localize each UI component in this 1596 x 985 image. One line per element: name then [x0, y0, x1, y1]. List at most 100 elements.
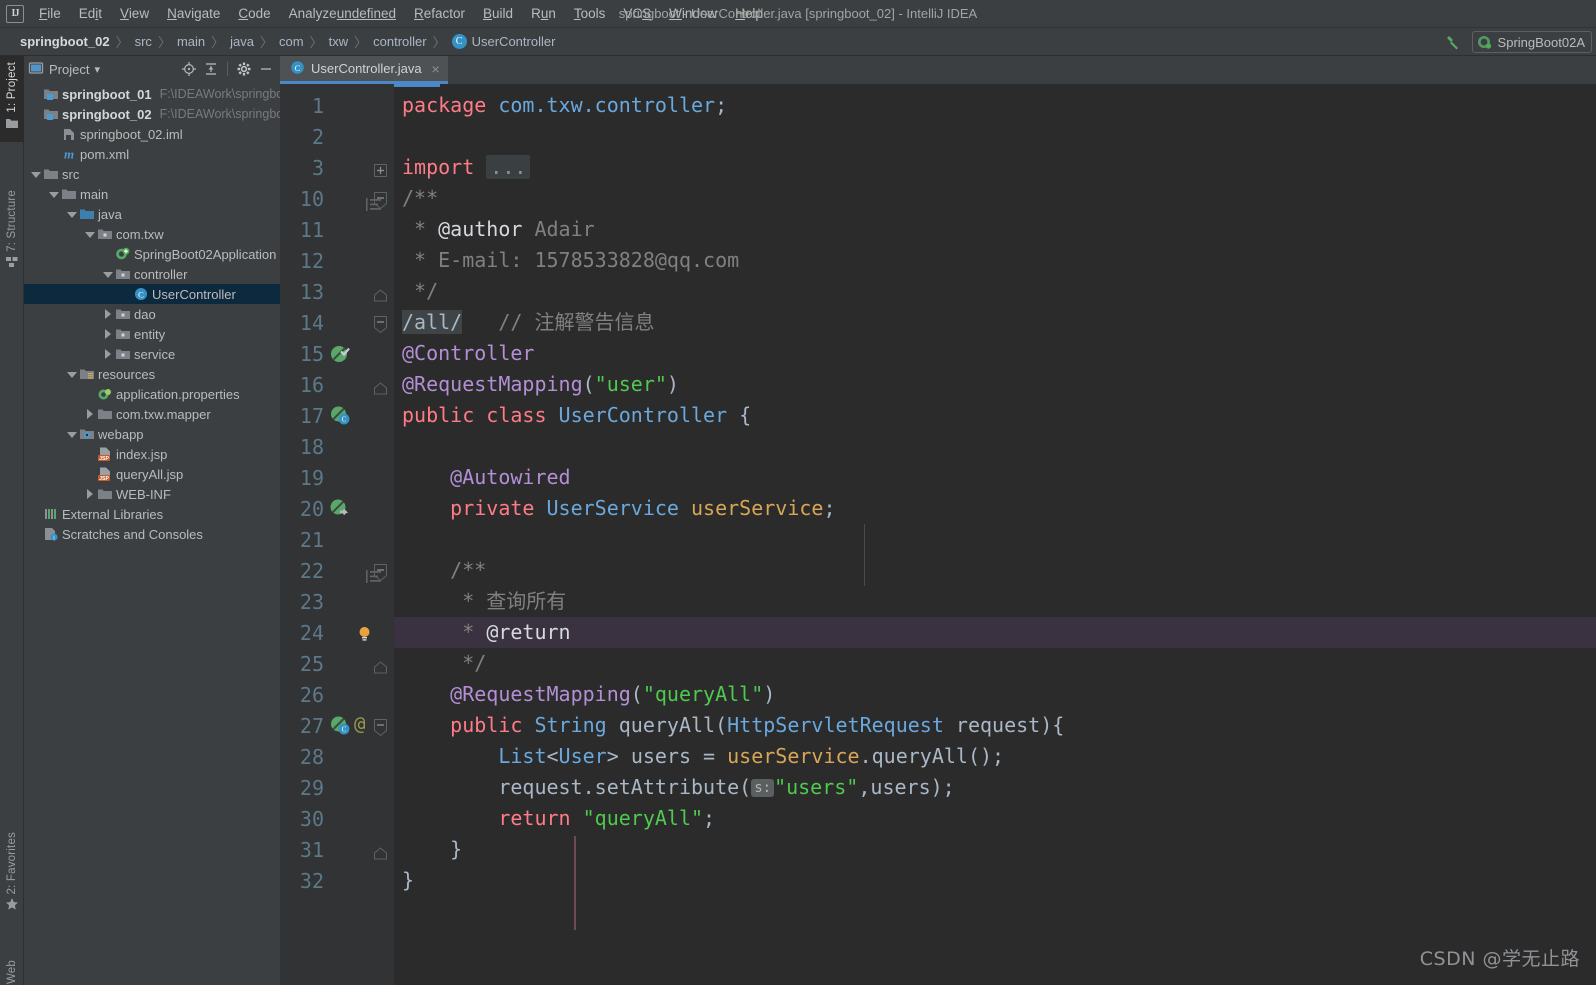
breadcrumb-item-src[interactable]: src [135, 34, 152, 49]
tree-item-webapp[interactable]: webapp [24, 424, 280, 444]
code-line[interactable]: @Autowired [394, 462, 1596, 493]
gutter-icons[interactable] [324, 617, 390, 648]
tree-item-main[interactable]: main [24, 184, 280, 204]
gutter-icons[interactable] [324, 369, 390, 400]
fold-collapse-icon[interactable] [374, 563, 387, 582]
sidebar-item-structure[interactable]: 7: Structure [0, 184, 24, 281]
gutter-line[interactable]: 1 [280, 90, 393, 121]
spring-bean-class-icon[interactable]: C [330, 405, 351, 426]
chevron-right-icon[interactable] [102, 348, 113, 360]
code-line[interactable]: request.setAttribute(s: "users",users); [394, 772, 1596, 803]
tree-item-pom-xml[interactable]: m pom.xml [24, 144, 280, 164]
gutter-line[interactable]: 14 [280, 307, 393, 338]
gutter-line[interactable]: 19 [280, 462, 393, 493]
gutter-line[interactable]: 12 [280, 245, 393, 276]
breadcrumb-item-java[interactable]: java [230, 34, 254, 49]
tree-item-springboot-01[interactable]: springboot_01 F:\IDEAWork\springboot [24, 84, 280, 104]
breadcrumb-item-controller[interactable]: controller [373, 34, 426, 49]
sidebar-item-web[interactable]: Web [0, 954, 24, 985]
gutter-line[interactable]: 22 [280, 555, 393, 586]
chevron-down-icon[interactable] [102, 269, 113, 280]
gutter-icons[interactable] [324, 338, 390, 369]
code-line[interactable]: package com.txw.controller; [394, 90, 1596, 121]
gutter-line[interactable]: 32 [280, 865, 393, 896]
chevron-down-icon[interactable] [66, 429, 77, 440]
code-editor[interactable]: 1 2 3 10 11 12 13 14 15 16 17 C 18 19 20 21 22 23 24 25 26 27… [280, 84, 1596, 985]
gutter-icons[interactable] [324, 741, 390, 772]
tree-item-java[interactable]: java [24, 204, 280, 224]
menu-item-run[interactable]: Run [522, 3, 565, 24]
sidebar-item-favorites[interactable]: 2: Favorites [0, 826, 24, 923]
locate-icon[interactable] [179, 59, 199, 79]
gutter-line[interactable]: 20 [280, 493, 393, 524]
gutter-icons[interactable] [324, 679, 390, 710]
chevron-down-icon[interactable]: ▾ [94, 63, 100, 76]
menu-item-code[interactable]: Code [229, 3, 279, 24]
menu-item-build[interactable]: Build [474, 3, 522, 24]
gutter-icons[interactable] [324, 121, 390, 152]
code-line[interactable]: * @author Adair [394, 214, 1596, 245]
code-line[interactable]: @RequestMapping("user") [394, 369, 1596, 400]
gutter-icons[interactable] [324, 803, 390, 834]
settings-gear-icon[interactable] [234, 59, 254, 79]
tree-item-usercontroller[interactable]: C UserController [24, 284, 280, 304]
fold-expand-icon[interactable] [374, 160, 387, 177]
breadcrumb-item-springboot-02[interactable]: springboot_02 [20, 34, 110, 49]
menu-item-navigate[interactable]: Navigate [158, 3, 229, 24]
chevron-down-icon[interactable] [66, 369, 77, 380]
hide-panel-icon[interactable] [256, 59, 276, 79]
gutter-line[interactable]: 25 [280, 648, 393, 679]
tree-item-com-txw[interactable]: com.txw [24, 224, 280, 244]
breadcrumb-item-usercontroller[interactable]: C UserController [451, 34, 555, 49]
gutter-line[interactable]: 30 [280, 803, 393, 834]
gutter-line[interactable]: 27 C @ [280, 710, 393, 741]
fold-collapse-icon[interactable] [374, 718, 387, 737]
code-line[interactable]: } [394, 834, 1596, 865]
editor-gutter[interactable]: 1 2 3 10 11 12 13 14 15 16 17 C 18 19 20 21 22 23 24 25 26 27… [280, 84, 393, 985]
chevron-down-icon[interactable] [66, 209, 77, 220]
tree-item-index-jsp[interactable]: JSP index.jsp [24, 444, 280, 464]
tree-item-com-txw-mapper[interactable]: com.txw.mapper [24, 404, 280, 424]
navigation-bar[interactable]: springboot_02 〉 src 〉 main 〉 java 〉 com 〉 txw 〉 cont… [0, 28, 1596, 56]
chevron-right-icon[interactable] [102, 308, 113, 320]
intention-bulb-icon[interactable] [358, 624, 371, 641]
code-line[interactable]: * @return [394, 617, 1596, 648]
menu-item-file[interactable]: File [30, 3, 70, 24]
code-line[interactable]: */ [394, 276, 1596, 307]
chevron-right-icon[interactable] [84, 488, 95, 500]
menu-item-window[interactable]: Window [660, 3, 726, 24]
gutter-icons[interactable] [324, 524, 390, 555]
gutter-line[interactable]: 10 [280, 183, 393, 214]
code-line[interactable] [394, 431, 1596, 462]
fold-region-end-icon[interactable] [374, 284, 387, 302]
gutter-icons[interactable]: C [324, 400, 390, 431]
tree-item-service[interactable]: service [24, 344, 280, 364]
gutter-icons[interactable] [324, 493, 390, 524]
gutter-icons[interactable] [324, 462, 390, 493]
code-line[interactable]: /all/ // 注解警告信息 [394, 307, 1596, 338]
code-line[interactable]: @Controller [394, 338, 1596, 369]
menu-item-edit[interactable]: Edit [70, 3, 111, 24]
gutter-line[interactable]: 13 [280, 276, 393, 307]
fold-collapse-icon[interactable] [374, 191, 387, 210]
code-line[interactable]: import ... [394, 152, 1596, 183]
gutter-line[interactable]: 24 [280, 617, 393, 648]
code-line[interactable] [394, 121, 1596, 152]
gutter-line[interactable]: 31 [280, 834, 393, 865]
spring-bean-class-icon[interactable]: C [330, 715, 351, 736]
gutter-icons[interactable] [324, 152, 390, 183]
code-line[interactable]: private UserService userService; [394, 493, 1596, 524]
tree-item-entity[interactable]: entity [24, 324, 280, 344]
collapse-all-icon[interactable] [201, 59, 221, 79]
chevron-down-icon[interactable] [30, 169, 41, 180]
gutter-line[interactable]: 18 [280, 431, 393, 462]
gutter-icons[interactable] [324, 648, 390, 679]
tree-item-queryall-jsp[interactable]: JSP queryAll.jsp [24, 464, 280, 484]
menu-bar[interactable]: File Edit View Navigate Code Analyzeundefined… [30, 3, 772, 24]
gutter-line[interactable]: 21 [280, 524, 393, 555]
gutter-icons[interactable]: C @ [324, 710, 390, 741]
tree-item-application-properties[interactable]: application.properties [24, 384, 280, 404]
gutter-line[interactable]: 26 [280, 679, 393, 710]
build-hammer-icon[interactable] [1442, 31, 1464, 53]
tree-item-web-inf[interactable]: WEB-INF [24, 484, 280, 504]
